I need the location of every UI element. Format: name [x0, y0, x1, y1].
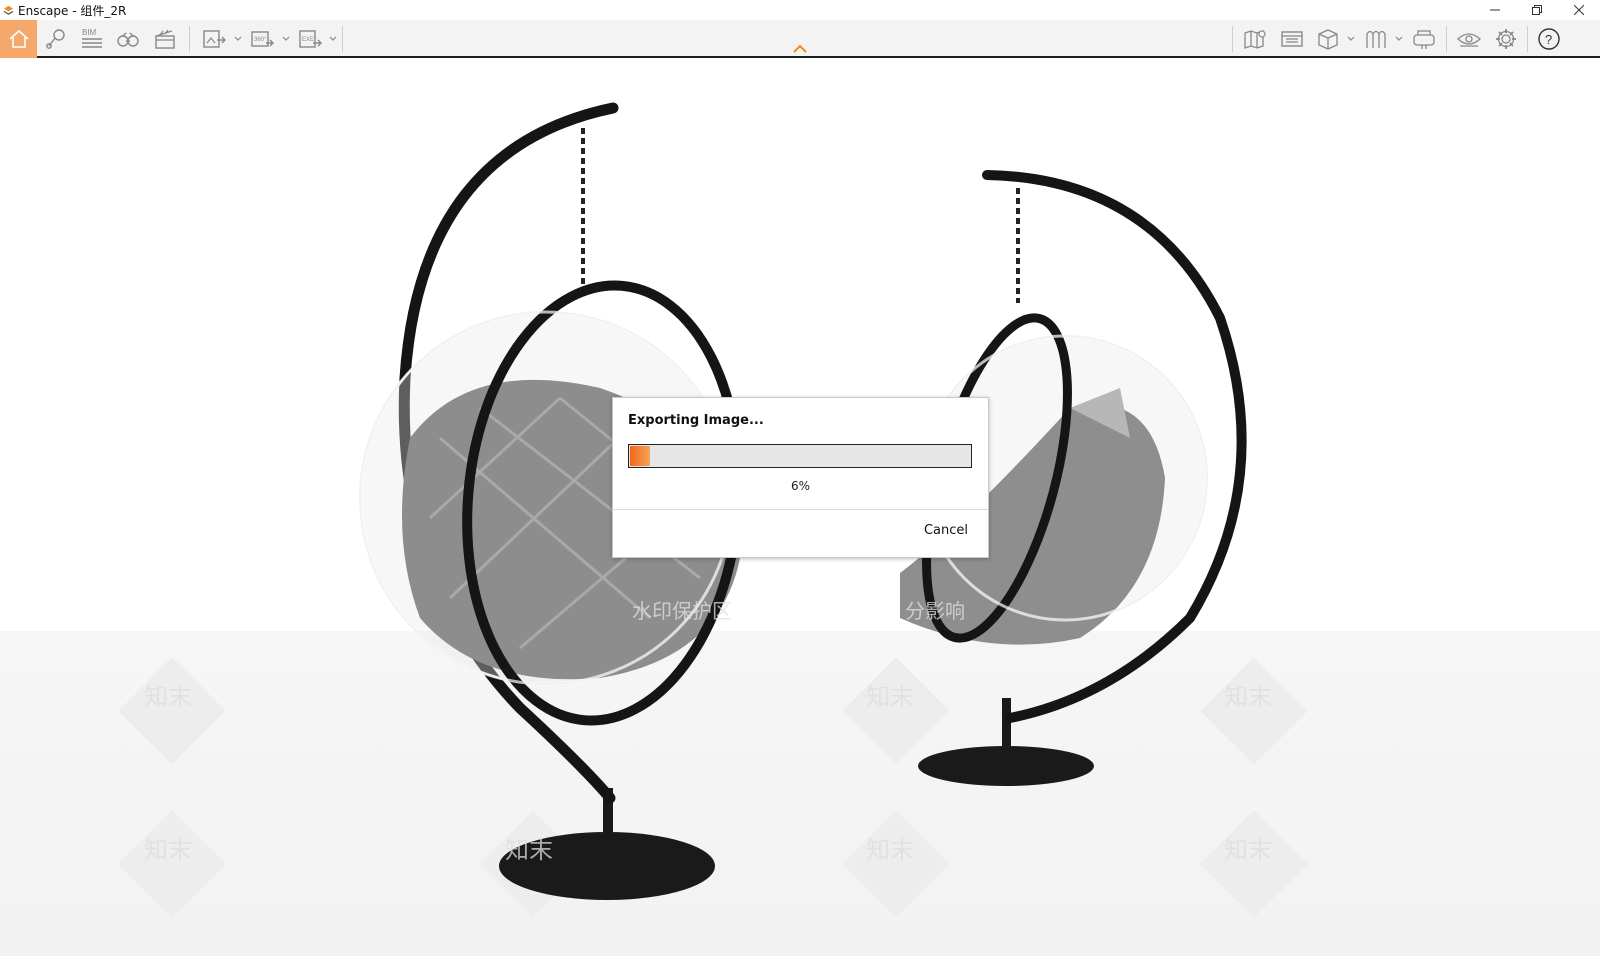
- toolbar-separator: [1527, 26, 1528, 52]
- progress-bar-fill: [630, 446, 650, 466]
- chevron-down-icon[interactable]: [1395, 35, 1403, 43]
- export-image-icon: [203, 30, 226, 48]
- video-editor-button[interactable]: [149, 20, 181, 58]
- minimize-button[interactable]: [1474, 0, 1516, 20]
- views-button[interactable]: [40, 20, 72, 58]
- watermark-tile-text: 知末: [866, 683, 914, 711]
- progress-percent-text: 6%: [790, 479, 811, 493]
- watermark-label-1: 水印保护区: [632, 599, 732, 623]
- watermark-tile-text: 知末: [505, 836, 553, 864]
- panorama-button[interactable]: 360°: [246, 20, 278, 58]
- watermark-tile-text: 知末: [144, 683, 192, 711]
- close-button[interactable]: [1558, 0, 1600, 20]
- minimize-icon: [1490, 9, 1500, 11]
- watermark-tile-text: 知末: [1224, 683, 1272, 711]
- export-exe-button[interactable]: EXE: [294, 20, 326, 58]
- gear-icon: [1496, 29, 1516, 49]
- cube-icon: [1318, 29, 1338, 50]
- vr-headset-icon: [1413, 30, 1435, 49]
- export-exe-icon: EXE: [299, 30, 322, 48]
- restore-icon: [1532, 5, 1542, 15]
- panorama-label: 360°: [254, 37, 267, 43]
- chevron-down-icon[interactable]: [234, 35, 242, 43]
- asset-library-icon: [1281, 31, 1303, 47]
- bim-icon: BIM: [82, 28, 102, 48]
- export-exe-label: EXE: [302, 37, 314, 43]
- window-controls: [1474, 0, 1600, 20]
- visibility-button[interactable]: [1453, 20, 1485, 58]
- asset-library-button[interactable]: [1276, 20, 1308, 58]
- screenshot-button[interactable]: [198, 20, 230, 58]
- watermark-tile-text: 知末: [144, 836, 192, 864]
- chevron-down-icon[interactable]: [329, 35, 337, 43]
- map-button[interactable]: [1239, 20, 1271, 58]
- chevron-up-icon[interactable]: [793, 45, 807, 53]
- watermark-text-layer: 水印保护区 分影响 知末 知末 知末 知末 知末 知末 知末: [144, 599, 1272, 864]
- binoculars-icon: [117, 32, 139, 47]
- vr-headset-button[interactable]: [1408, 20, 1440, 58]
- map-icon: [1244, 30, 1266, 49]
- cancel-button[interactable]: Cancel: [924, 523, 968, 538]
- close-icon: [1574, 5, 1584, 15]
- window-title: Enscape - 组件_2R: [18, 3, 127, 18]
- toolbar-separator: [1232, 26, 1233, 52]
- home-button[interactable]: [0, 20, 37, 58]
- dialog-title: Exporting Image...: [628, 413, 764, 428]
- progress-bar: [628, 444, 972, 468]
- watermark-tile-text: 知末: [1224, 836, 1272, 864]
- toolbar-separator: [1446, 26, 1447, 52]
- help-button[interactable]: ?: [1533, 20, 1565, 58]
- export-progress-dialog: Exporting Image... 6% Cancel: [612, 397, 989, 558]
- title-bar: Enscape - 组件_2R: [0, 0, 1600, 20]
- chevron-down-icon[interactable]: [1347, 35, 1355, 43]
- settings-button[interactable]: [1490, 20, 1522, 58]
- enscape-logo-icon: [3, 5, 14, 15]
- help-label: ?: [1545, 32, 1552, 47]
- panorama-360-icon: 360°: [251, 31, 274, 47]
- chevron-down-icon[interactable]: [282, 35, 290, 43]
- restore-button[interactable]: [1516, 0, 1558, 20]
- eye-icon: [1457, 33, 1481, 47]
- bim-button[interactable]: BIM: [76, 20, 108, 58]
- dialog-divider: [613, 509, 988, 510]
- walk-mode-button[interactable]: [112, 20, 144, 58]
- location-pin-icon: [46, 29, 65, 49]
- watermark-label-2: 分影响: [905, 599, 965, 623]
- bim-label: BIM: [82, 28, 97, 37]
- watermark-tile-text: 知末: [866, 836, 914, 864]
- object-view-button[interactable]: [1312, 20, 1344, 58]
- home-icon: [8, 29, 29, 48]
- toolbar-separator: [342, 26, 343, 52]
- toolbar-separator: [189, 26, 190, 52]
- material-icon: [1366, 30, 1386, 48]
- material-button[interactable]: [1360, 20, 1392, 58]
- clapperboard-icon: [155, 29, 175, 49]
- help-icon: ?: [1538, 28, 1560, 50]
